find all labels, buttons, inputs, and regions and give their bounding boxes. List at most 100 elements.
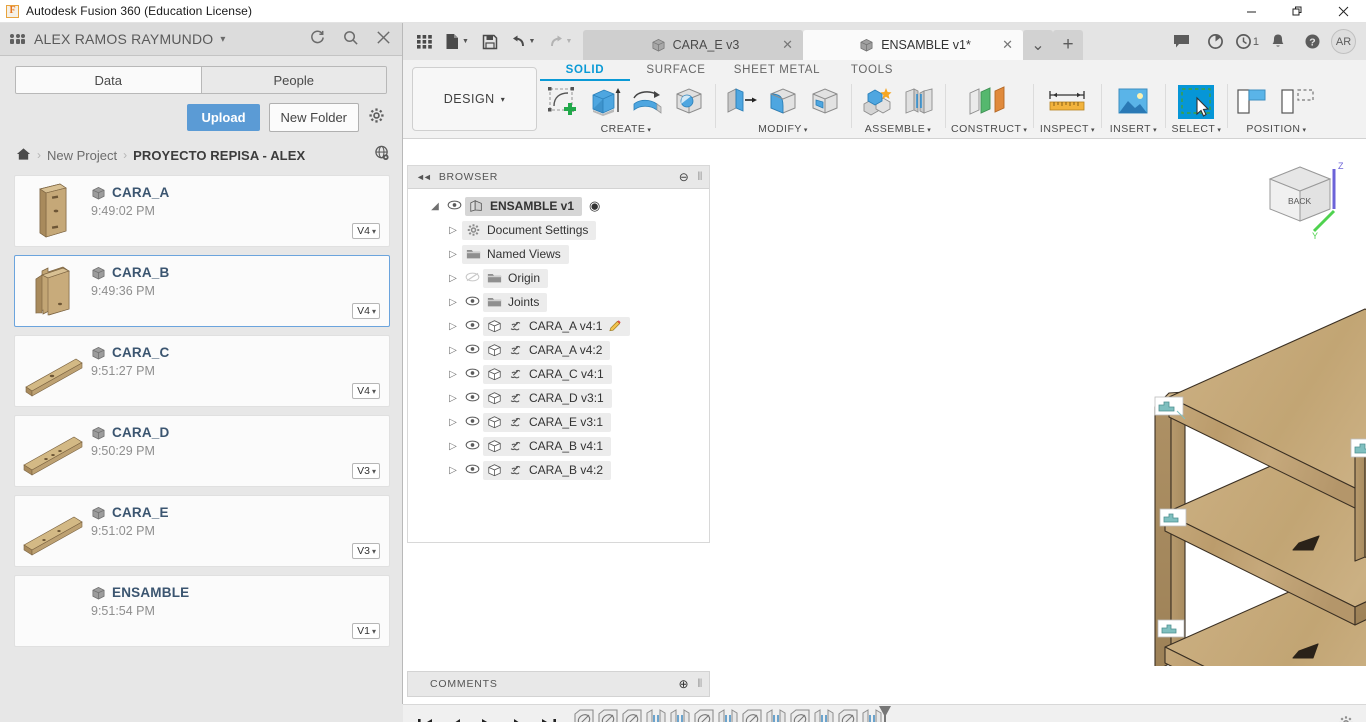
ribbon-group-label-insert[interactable]: INSERT▾: [1110, 123, 1157, 135]
expand-arrow-icon[interactable]: ▷: [444, 417, 462, 428]
ribbon-group-label-construct[interactable]: CONSTRUCT▾: [951, 123, 1027, 135]
expand-arrow-icon[interactable]: ▷: [444, 465, 462, 476]
tree-node-cara-a-1[interactable]: ▷ CARA_A v4:1: [408, 314, 709, 338]
sphere-icon[interactable]: [669, 82, 709, 122]
close-panel-icon[interactable]: [375, 29, 392, 50]
list-item[interactable]: CARA_A 9:49:02 PM V4 ▾: [14, 175, 390, 247]
search-icon[interactable]: [342, 29, 359, 50]
timeline-feature-joint[interactable]: [788, 708, 812, 722]
select-window-icon[interactable]: [1171, 82, 1221, 122]
list-item[interactable]: CARA_C 9:51:27 PM V4 ▾: [14, 335, 390, 407]
comments-panel[interactable]: COMMENTS ⊕ ⦀: [407, 671, 710, 697]
globe-icon[interactable]: [374, 145, 390, 165]
refresh-icon[interactable]: [309, 29, 326, 50]
expand-arrow-icon[interactable]: ▷: [444, 369, 462, 380]
tab-cara-e[interactable]: CARA_E v3 ✕: [583, 30, 803, 60]
ribbon-group-label-create[interactable]: CREATE▾: [601, 123, 652, 135]
timeline-marker[interactable]: [877, 706, 893, 722]
timeline-feature-rigid-joint[interactable]: [644, 708, 668, 722]
list-item[interactable]: CARA_D 9:50:29 PM V3 ▾: [14, 415, 390, 487]
timeline-feature-joint[interactable]: [836, 708, 860, 722]
upload-button[interactable]: Upload: [187, 104, 259, 131]
maximize-button[interactable]: [1274, 0, 1320, 23]
tree-node-cara-b-1[interactable]: ▷ CARA_B v4:1: [408, 434, 709, 458]
skip-end-icon[interactable]: [535, 712, 562, 722]
visibility-eye-icon[interactable]: [462, 319, 483, 333]
align-icon[interactable]: [1233, 82, 1275, 122]
tab-people[interactable]: People: [201, 67, 387, 93]
timeline-feature-rigid-joint[interactable]: [812, 708, 836, 722]
minimize-icon[interactable]: ⊖: [679, 170, 690, 184]
skip-start-icon[interactable]: [411, 712, 438, 722]
notification-bell-icon[interactable]: [1263, 27, 1293, 57]
visibility-eye-icon[interactable]: [462, 415, 483, 429]
version-dropdown[interactable]: V1 ▾: [352, 623, 380, 639]
offset-plane-icon[interactable]: [963, 82, 1015, 122]
timeline-feature-rigid-joint[interactable]: [764, 708, 788, 722]
timeline-feature-rigid-joint[interactable]: [716, 708, 740, 722]
sketch-create-icon[interactable]: [543, 82, 583, 122]
view-cube[interactable]: BACK Z Y: [1262, 157, 1354, 241]
help-icon[interactable]: ?: [1297, 27, 1327, 57]
tree-node-cara-c-1[interactable]: ▷ CARA_C v4:1: [408, 362, 709, 386]
redo-icon[interactable]: ▼: [543, 28, 577, 56]
visibility-eye-off-icon[interactable]: [462, 271, 483, 285]
joint-icon[interactable]: [899, 82, 939, 122]
close-icon[interactable]: ✕: [782, 37, 793, 53]
home-icon[interactable]: [16, 147, 31, 164]
job-status-icon[interactable]: [1201, 27, 1231, 57]
version-dropdown[interactable]: V4 ▾: [352, 223, 380, 239]
tree-node-cara-d-1[interactable]: ▷ CARA_D v3:1: [408, 386, 709, 410]
measure-icon[interactable]: [1039, 82, 1095, 122]
fillet-icon[interactable]: [763, 82, 803, 122]
list-item[interactable]: CARA_E 9:51:02 PM V3 ▾: [14, 495, 390, 567]
recent-docs-icon[interactable]: 1: [1235, 27, 1259, 57]
visibility-eye-icon[interactable]: [462, 295, 483, 309]
play-icon[interactable]: [473, 712, 500, 722]
timeline-feature-joint[interactable]: [572, 708, 596, 722]
close-icon[interactable]: ✕: [1002, 37, 1013, 53]
visibility-eye-icon[interactable]: [462, 367, 483, 381]
ribbon-group-label-assemble[interactable]: ASSEMBLE▾: [865, 123, 932, 135]
insert-image-icon[interactable]: [1107, 82, 1159, 122]
shell-icon[interactable]: [805, 82, 845, 122]
gear-icon[interactable]: [1338, 715, 1354, 722]
tab-solid[interactable]: SOLID: [540, 60, 630, 84]
tree-node-joints[interactable]: ▷ Joints: [408, 290, 709, 314]
gear-icon[interactable]: [368, 107, 385, 128]
expand-arrow-icon[interactable]: ▷: [444, 441, 462, 452]
version-dropdown[interactable]: V4 ▾: [352, 383, 380, 399]
chevron-down-icon[interactable]: ▾: [220, 34, 225, 45]
timeline-feature-joint[interactable]: [620, 708, 644, 722]
collapse-icon[interactable]: ◄◄: [416, 172, 430, 182]
tab-surface[interactable]: SURFACE: [630, 60, 722, 79]
tab-data[interactable]: Data: [16, 67, 201, 93]
edit-pencil-icon[interactable]: [608, 319, 622, 333]
tree-node-cara-e-1[interactable]: ▷ CARA_E v3:1: [408, 410, 709, 434]
tab-tools[interactable]: TOOLS: [832, 60, 912, 79]
list-item[interactable]: CARA_B 9:49:36 PM V4 ▾: [14, 255, 390, 327]
expand-arrow-icon[interactable]: ▷: [444, 297, 462, 308]
revolve-icon[interactable]: [627, 82, 667, 122]
tab-overflow-chevron[interactable]: ⌄: [1023, 30, 1053, 60]
resize-grip[interactable]: ⦀: [697, 678, 703, 691]
resize-grip[interactable]: ⦀: [697, 171, 703, 184]
tree-node-document-settings[interactable]: ▷ Document Settings: [408, 218, 709, 242]
add-comment-icon[interactable]: ⊕: [679, 677, 690, 691]
timeline-feature-joint[interactable]: [596, 708, 620, 722]
visibility-eye-icon[interactable]: [462, 343, 483, 357]
ribbon-group-label-position[interactable]: POSITION▾: [1246, 123, 1306, 135]
tab-sheet-metal[interactable]: SHEET METAL: [722, 60, 832, 79]
visibility-eye-icon[interactable]: [462, 391, 483, 405]
visibility-eye-icon[interactable]: [444, 199, 465, 213]
ribbon-group-label-select[interactable]: SELECT▾: [1172, 123, 1222, 135]
new-component-icon[interactable]: [857, 82, 897, 122]
tree-node-origin[interactable]: ▷ Origin: [408, 266, 709, 290]
extrude-icon[interactable]: [585, 82, 625, 122]
team-name[interactable]: ALEX RAMOS RAYMUNDO: [34, 31, 213, 47]
version-dropdown[interactable]: V3 ▾: [352, 543, 380, 559]
avatar[interactable]: AR: [1331, 29, 1356, 54]
close-button[interactable]: [1320, 0, 1366, 23]
step-forward-icon[interactable]: [504, 712, 531, 722]
press-pull-icon[interactable]: [721, 82, 761, 122]
